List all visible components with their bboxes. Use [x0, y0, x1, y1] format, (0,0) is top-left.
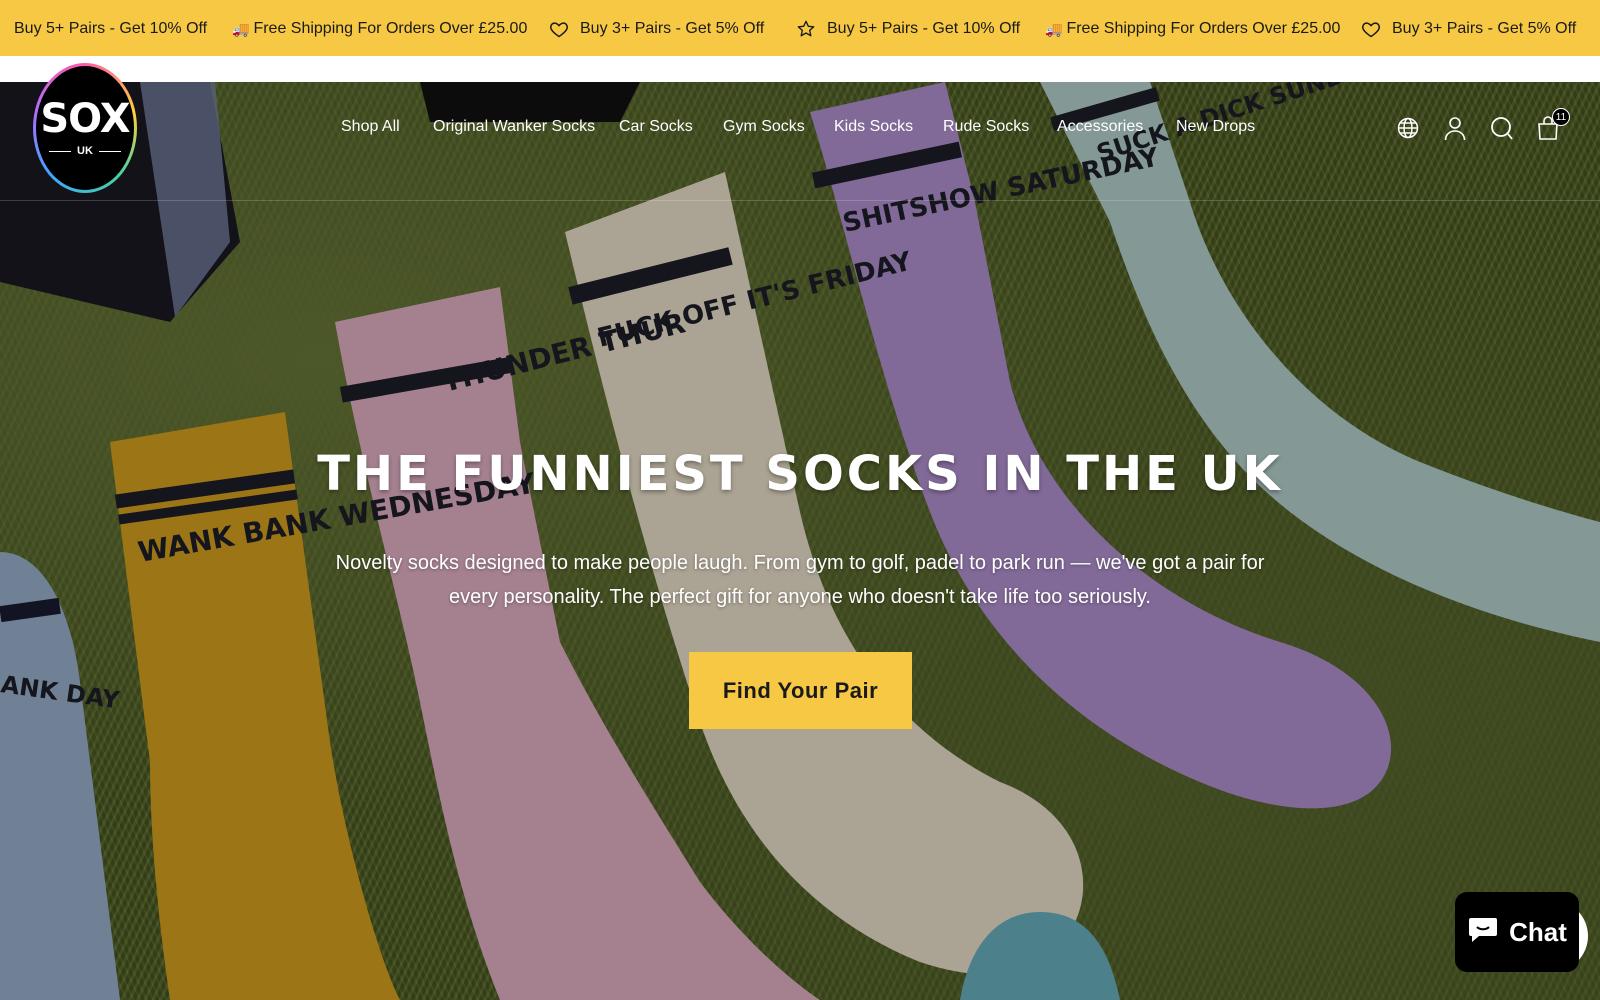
announcement-text: Free Shipping For Orders Over £25.00	[1066, 20, 1341, 37]
truck-icon: 🚚	[1045, 20, 1063, 37]
chat-button[interactable]: Chat	[1455, 892, 1579, 972]
nav-shop-all[interactable]: Shop All	[341, 118, 400, 136]
truck-icon: 🚚	[232, 20, 250, 37]
nav-original-wanker-socks[interactable]: Original Wanker Socks	[433, 118, 595, 136]
chat-label: Chat	[1509, 916, 1567, 947]
hero-subtitle: Novelty socks designed to make people la…	[335, 552, 1265, 608]
header-divider	[0, 200, 1600, 201]
nav-rude-socks[interactable]: Rude Socks	[943, 118, 1029, 136]
announcement-text: Buy 3+ Pairs - Get 5% Off	[1392, 20, 1577, 37]
announcement-text: Buy 5+ Pairs - Get 10% Off	[14, 20, 208, 37]
announcement-text: Buy 3+ Pairs - Get 5% Off	[580, 20, 765, 37]
find-your-pair-button[interactable]: Find Your Pair	[689, 652, 912, 729]
hero-banner: WANK BANK WEDNESDAY THUNDER THUR FUCK OF…	[0, 82, 1600, 1000]
header-spacer	[0, 56, 1600, 82]
announcement-bar: Buy 5+ Pairs - Get 10% Off 🚚 Free Shippi…	[0, 0, 1600, 56]
logo-subtext: UK	[49, 145, 121, 157]
announcement-item: Buy 5+ Pairs - Get 10% Off	[795, 18, 1020, 40]
announcement-item: 🚚 Free Shipping For Orders Over £25.00	[232, 18, 527, 40]
account-icon[interactable]	[1441, 114, 1469, 142]
nav-accessories[interactable]: Accessories	[1057, 118, 1143, 136]
announcement-item: Buy 5+ Pairs - Get 10% Off	[14, 18, 207, 40]
cart-count-badge: 11	[1552, 108, 1570, 126]
chat-bubble-icon	[1467, 914, 1499, 951]
heart-icon	[1360, 18, 1382, 40]
hero-overlay	[0, 82, 1600, 1000]
announcement-item: Buy 3+ Pairs - Get 5% Off	[1360, 18, 1576, 40]
nav-car-socks[interactable]: Car Socks	[619, 118, 693, 136]
announcement-item: 🚚 Free Shipping For Orders Over £25.00	[1045, 18, 1340, 40]
cart-icon[interactable]: 11	[1534, 108, 1570, 142]
star-icon	[795, 18, 817, 40]
nav-kids-socks[interactable]: Kids Socks	[834, 118, 913, 136]
announcement-text: Free Shipping For Orders Over £25.00	[253, 20, 528, 37]
search-icon[interactable]	[1488, 114, 1516, 142]
announcement-item: Buy 3+ Pairs - Get 5% Off	[548, 18, 764, 40]
globe-icon[interactable]	[1394, 114, 1422, 142]
hero-title: The Funniest Socks in the UK	[317, 446, 1283, 502]
nav-new-drops[interactable]: New Drops	[1176, 118, 1255, 136]
heart-icon	[548, 18, 570, 40]
main-navigation: Shop All Original Wanker Socks Car Socks…	[0, 118, 1600, 140]
announcement-text: Buy 5+ Pairs - Get 10% Off	[827, 20, 1021, 37]
nav-gym-socks[interactable]: Gym Socks	[723, 118, 805, 136]
